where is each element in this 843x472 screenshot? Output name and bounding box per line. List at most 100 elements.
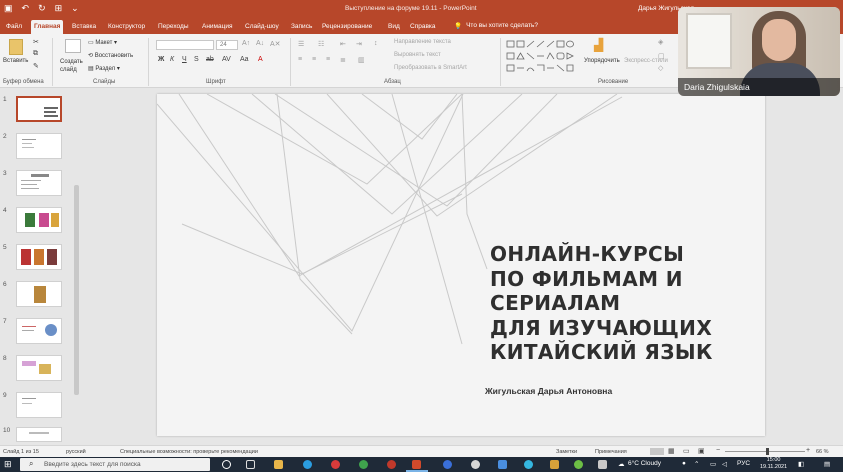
zoom-slider-thumb[interactable] (766, 448, 769, 455)
keyboard-language[interactable]: РУС (737, 460, 750, 467)
section-button[interactable]: ▤ Раздел ▾ (88, 65, 120, 72)
tab-insert[interactable]: Вставка (69, 20, 99, 34)
italic-icon[interactable]: К (170, 56, 174, 63)
strikethrough-icon[interactable]: ab (206, 56, 214, 63)
start-from-beginning-icon[interactable]: ⊞ (55, 3, 63, 14)
paste-button[interactable]: Вставить (3, 58, 28, 64)
taskbar-search-box[interactable]: ⌕ Введите здесь текст для поиска (20, 458, 210, 471)
align-center-icon[interactable]: ≡ (312, 56, 316, 63)
thumbnails-scrollbar[interactable] (74, 185, 79, 395)
font-size-field[interactable]: 24 (216, 40, 238, 50)
slide-thumbnail-5[interactable] (16, 244, 62, 270)
slide-thumbnail-10[interactable] (16, 427, 62, 442)
cortana-icon[interactable] (222, 460, 231, 469)
language-indicator[interactable]: русский (66, 449, 86, 455)
zoom-in-icon[interactable]: + (806, 447, 810, 454)
bullets-icon[interactable]: ☰ (298, 40, 304, 48)
align-left-icon[interactable]: ≡ (298, 56, 302, 63)
tell-me-box[interactable]: 💡 Что вы хотите сделать? (454, 22, 538, 30)
windows-start-icon[interactable]: ⊞ (4, 459, 13, 469)
tab-file[interactable]: Файл (3, 20, 25, 34)
reset-button[interactable]: ⟲ Восстановить (88, 52, 133, 59)
zoom-slider[interactable] (725, 451, 805, 452)
weather-status[interactable]: 6°C Cloudy (628, 460, 661, 467)
app-icon[interactable] (574, 460, 583, 469)
app-icon[interactable] (471, 460, 480, 469)
slide-thumbnail-7[interactable] (16, 318, 62, 344)
network-icon[interactable]: ▭ (710, 460, 716, 468)
paste-icon[interactable] (9, 39, 23, 55)
slide-title[interactable]: ОНЛАЙН-КУРСЫ ПО ФИЛЬМАМ И СЕРИАЛАМ ДЛЯ И… (490, 242, 713, 365)
clock[interactable]: 15:00 19.11.2021 (760, 457, 787, 471)
tab-design[interactable]: Конструктор (105, 20, 148, 34)
new-slide-button[interactable]: Создать слайд (60, 58, 88, 74)
shape-outline-icon[interactable]: ▢ (658, 52, 665, 60)
align-right-icon[interactable]: ≡ (326, 56, 330, 63)
slide-thumbnail-1[interactable] (16, 96, 62, 122)
notes-button[interactable]: Заметки (556, 449, 577, 455)
justify-icon[interactable]: ≣ (340, 56, 346, 64)
character-spacing-icon[interactable]: AV (222, 56, 231, 63)
reading-view-icon[interactable]: ▭ (683, 447, 690, 455)
file-explorer-icon[interactable] (274, 460, 283, 469)
slide-thumbnail-3[interactable] (16, 170, 62, 196)
slide-thumbnail-9[interactable] (16, 392, 62, 418)
customize-qat-icon[interactable]: ⌄ (71, 3, 79, 14)
copy-icon[interactable]: ⧉ (33, 50, 38, 58)
zoom-app-icon[interactable] (443, 460, 452, 469)
save-icon[interactable]: ▣ (4, 3, 13, 14)
slide-sorter-icon[interactable]: ▦ (668, 447, 675, 455)
tab-slideshow[interactable]: Слайд-шоу (242, 20, 282, 34)
comments-button[interactable]: Примечания (595, 449, 627, 455)
task-view-icon[interactable] (246, 460, 255, 469)
chrome-icon[interactable] (359, 460, 368, 469)
tab-view[interactable]: Вид (385, 20, 403, 34)
new-slide-icon[interactable] (65, 39, 81, 53)
microphone-icon[interactable]: ● (682, 460, 686, 467)
accessibility-status[interactable]: Специальные возможности: проверьте реком… (120, 449, 258, 455)
slide-thumbnail-8[interactable] (16, 355, 62, 381)
app-tray-icon[interactable]: ◧ (798, 460, 804, 468)
arrange-icon[interactable]: ▟ (594, 38, 603, 52)
arrange-button[interactable]: Упорядочить (584, 58, 620, 64)
line-spacing-icon[interactable]: ↕ (374, 40, 378, 47)
app-icon[interactable] (498, 460, 507, 469)
layout-button[interactable]: ▭ Макет ▾ (88, 39, 117, 46)
slide-thumbnail-6[interactable] (16, 281, 62, 307)
slide-canvas[interactable]: ОНЛАЙН-КУРСЫ ПО ФИЛЬМАМ И СЕРИАЛАМ ДЛЯ И… (157, 94, 765, 436)
app-icon[interactable] (550, 460, 559, 469)
font-name-field[interactable] (156, 40, 214, 50)
slide-thumbnails-pane[interactable]: 1 2 3 4 5 6 7 8 9 10 (0, 89, 82, 442)
notifications-icon[interactable]: ▤ (824, 460, 830, 468)
slide-thumbnail-2[interactable] (16, 133, 62, 159)
columns-icon[interactable]: ▥ (358, 56, 365, 64)
text-direction-button[interactable]: Направление текста (394, 39, 451, 45)
undo-icon[interactable]: ↶ (22, 3, 30, 14)
align-text-button[interactable]: Выровнять текст (394, 52, 441, 58)
tab-review[interactable]: Рецензирование (319, 20, 375, 34)
underline-icon[interactable]: Ч (182, 56, 187, 63)
slide-author[interactable]: Жигульская Дарья Антоновна (485, 386, 612, 396)
telegram-icon[interactable] (524, 460, 533, 469)
increase-indent-icon[interactable]: ⇥ (356, 40, 362, 48)
app-icon[interactable] (598, 460, 607, 469)
edge-icon[interactable] (303, 460, 312, 469)
tray-overflow-icon[interactable]: ⌃ (694, 460, 699, 468)
tab-help[interactable]: Справка (407, 20, 439, 34)
weather-icon[interactable]: ☁ (618, 460, 625, 468)
volume-icon[interactable]: ◁ (722, 460, 727, 468)
bold-icon[interactable]: Ж (158, 56, 164, 63)
tab-animations[interactable]: Анимация (199, 20, 236, 34)
clear-formatting-icon[interactable]: A✕ (270, 40, 281, 48)
decrease-indent-icon[interactable]: ⇤ (340, 40, 346, 48)
normal-view-icon[interactable] (650, 448, 664, 455)
slideshow-icon[interactable]: ▣ (698, 447, 705, 455)
numbering-icon[interactable]: ☷ (318, 40, 324, 48)
zoom-out-icon[interactable]: − (716, 447, 720, 454)
cut-icon[interactable]: ✂ (33, 38, 39, 46)
tab-home[interactable]: Главная (31, 20, 64, 34)
shapes-gallery[interactable] (505, 39, 575, 75)
powerpoint-taskbar-icon[interactable] (412, 460, 421, 469)
shape-fill-icon[interactable]: ◈ (658, 38, 663, 46)
smartart-button[interactable]: Преобразовать в SmartArt (394, 65, 467, 71)
